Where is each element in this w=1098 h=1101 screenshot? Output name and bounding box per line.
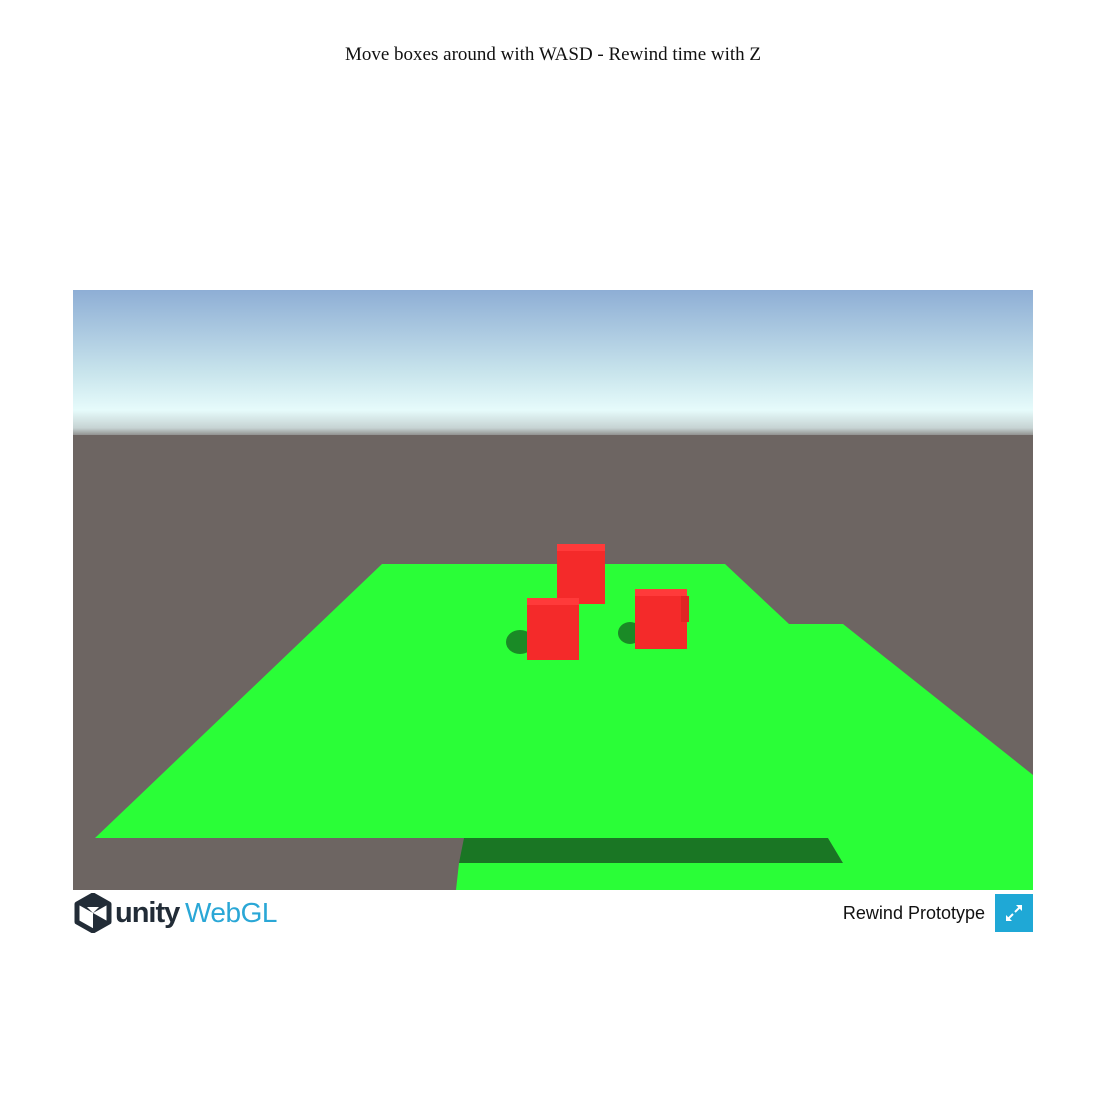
fullscreen-button[interactable] — [995, 894, 1033, 932]
unity-logo-icon — [74, 893, 112, 933]
sky — [73, 290, 1033, 440]
game-container[interactable] — [73, 290, 1033, 890]
unity-webgl-logo: unity WebGL — [73, 893, 283, 933]
game-title: Rewind Prototype — [842, 903, 985, 923]
instructions-text: Move boxes around with WASD - Rewind tim… — [344, 44, 762, 65]
unity-wordmark: unity — [115, 897, 180, 929]
fullscreen-icon — [1006, 905, 1022, 921]
webgl-footer: unity WebGL Rewind Prototype — [73, 890, 1033, 934]
red-box[interactable] — [635, 589, 689, 649]
game-canvas[interactable] — [73, 290, 1033, 890]
red-box[interactable] — [527, 598, 579, 660]
red-box[interactable] — [557, 544, 605, 604]
webgl-wordmark: WebGL — [185, 897, 277, 928]
platform-shadow — [459, 838, 843, 863]
